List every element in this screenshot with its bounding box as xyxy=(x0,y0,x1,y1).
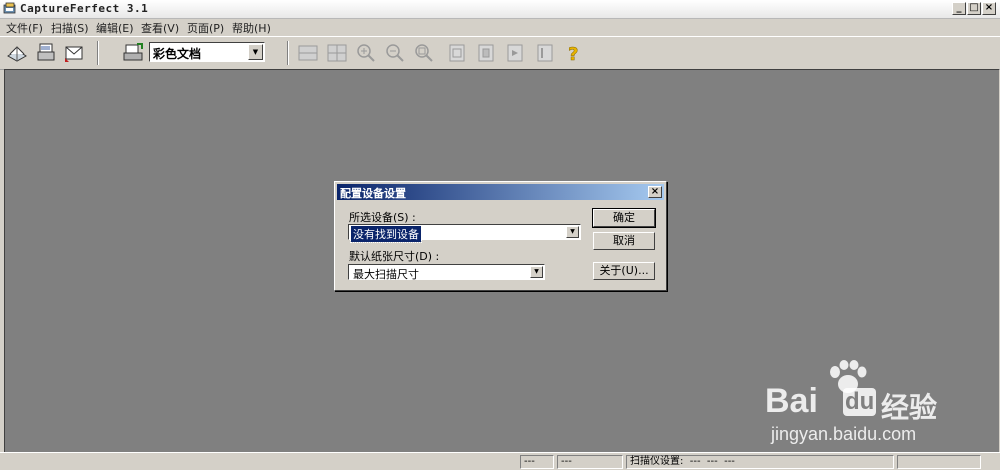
app-icon xyxy=(3,2,16,14)
zoom-in-icon[interactable] xyxy=(355,42,377,64)
menu-view[interactable]: 查看(V) xyxy=(141,20,179,36)
scanner-settings-icon[interactable] xyxy=(122,42,144,64)
menu-bar: 文件(F) 扫描(S) 编辑(E) 查看(V) 页面(P) 帮助(H) xyxy=(0,19,1000,36)
profile-combo-value: 彩色文档 xyxy=(153,47,202,61)
page-first-icon[interactable] xyxy=(446,42,468,64)
dialog-title: 配置设备设置 xyxy=(340,187,406,200)
svg-text:?: ? xyxy=(568,44,578,64)
scan-book-icon[interactable] xyxy=(6,42,28,64)
device-label: 所选设备(S) : xyxy=(349,211,416,224)
menu-help[interactable]: 帮助(H) xyxy=(232,20,271,36)
window-title: CaptureFerfect 3.1 xyxy=(20,2,149,15)
device-select[interactable]: 没有找到设备 ▼ xyxy=(348,224,581,243)
watermark-brand: Bai xyxy=(765,382,818,420)
ok-button[interactable]: 确定 xyxy=(592,208,656,228)
toolbar-separator xyxy=(287,41,289,65)
device-select-value: 没有找到设备 xyxy=(350,225,422,243)
chevron-down-icon[interactable]: ▼ xyxy=(566,226,579,238)
configure-device-dialog: 配置设备设置 × 所选设备(S) : 没有找到设备 ▼ 默认纸张尺寸(D) : … xyxy=(334,181,667,291)
status-cell-2: --- xyxy=(557,455,623,469)
maximize-button[interactable]: □ xyxy=(967,2,981,15)
menu-scan[interactable]: 扫描(S) xyxy=(51,20,89,36)
zoom-out-icon[interactable] xyxy=(384,42,406,64)
status-cell-1: --- xyxy=(520,455,554,469)
dialog-title-bar[interactable]: 配置设备设置 × xyxy=(337,184,664,200)
combo-dropdown-arrow[interactable]: ▼ xyxy=(248,44,263,60)
status-bar: --- --- 扫描仪设置: --- --- --- xyxy=(0,452,1000,470)
menu-edit[interactable]: 编辑(E) xyxy=(96,20,134,36)
scan-pages-icon[interactable] xyxy=(35,42,57,64)
watermark-url: jingyan.baidu.com xyxy=(771,424,917,444)
menu-page[interactable]: 页面(P) xyxy=(187,20,224,36)
profile-combo[interactable]: 彩色文档 ▼ xyxy=(149,42,265,62)
watermark-brand-cn: 经验 xyxy=(881,392,938,423)
paper-size-select[interactable]: 最大扫描尺寸 ▼ xyxy=(348,264,545,281)
watermark-brand-du: du xyxy=(843,388,877,416)
page-last-icon[interactable] xyxy=(534,42,556,64)
split-horizontal-icon[interactable] xyxy=(297,42,319,64)
toolbar-separator xyxy=(97,41,99,65)
zoom-fit-icon[interactable] xyxy=(413,42,435,64)
dialog-close-button[interactable]: × xyxy=(648,186,662,198)
help-icon[interactable]: ? xyxy=(563,42,585,64)
title-bar: CaptureFerfect 3.1 _ □ × xyxy=(0,0,1000,19)
paper-size-value: 最大扫描尺寸 xyxy=(353,268,419,281)
cancel-button[interactable]: 取消 xyxy=(593,232,655,250)
paper-size-label: 默认纸张尺寸(D) : xyxy=(349,250,440,263)
page-prev-icon[interactable] xyxy=(475,42,497,64)
status-cell-3 xyxy=(897,455,981,469)
minimize-button[interactable]: _ xyxy=(952,2,966,15)
chevron-down-icon[interactable]: ▼ xyxy=(530,266,543,278)
baidu-watermark: Bai du 经验 jingyan.baidu.com xyxy=(765,360,965,450)
split-quad-icon[interactable] xyxy=(326,42,348,64)
about-button[interactable]: 关于(U)... xyxy=(593,262,655,280)
toolbar: 彩色文档 ▼ ? xyxy=(0,36,1000,70)
close-button[interactable]: × xyxy=(982,2,996,15)
page-next-icon[interactable] xyxy=(504,42,526,64)
window-controls: _ □ × xyxy=(952,2,996,15)
scan-email-icon[interactable] xyxy=(63,42,85,64)
menu-file[interactable]: 文件(F) xyxy=(6,20,43,36)
status-cell-scanner: 扫描仪设置: --- --- --- xyxy=(626,455,894,469)
